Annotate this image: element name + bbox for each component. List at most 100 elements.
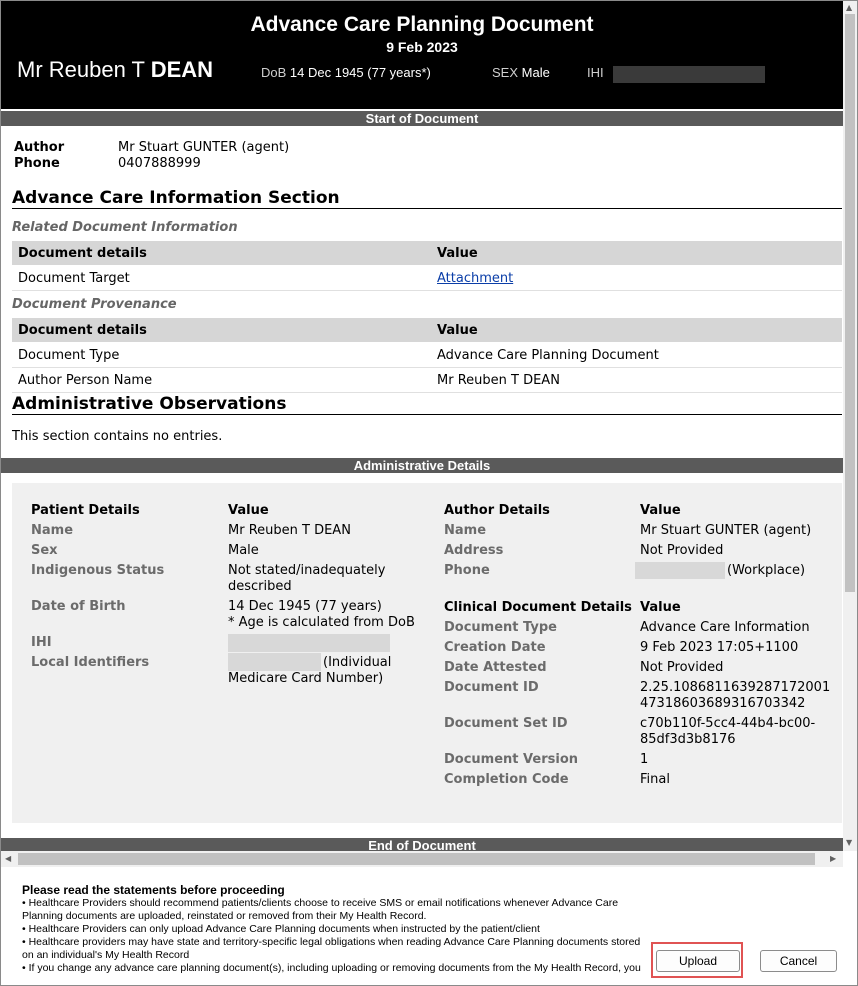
patient-surname: DEAN <box>150 57 214 82</box>
patient-sex: SEX Male <box>492 65 550 80</box>
document-set-id-value-2: 85df3d3b8176 <box>640 732 736 747</box>
document-type-label: Document Type <box>444 620 557 635</box>
author-label: Author <box>14 140 65 155</box>
clinical-value-heading: Value <box>640 600 681 615</box>
author-details-heading: Author Details <box>444 503 550 518</box>
row-detail: Document Type <box>18 348 120 363</box>
indigenous-status-value-2: described <box>228 579 292 594</box>
column-header-value: Value <box>437 246 478 261</box>
column-header-details: Document details <box>18 323 147 338</box>
phone-label: Phone <box>14 156 60 171</box>
document-version-value: 1 <box>640 752 649 767</box>
creation-date-value: 9 Feb 2023 17:05+1100 <box>640 640 799 655</box>
ihi-label: IHI <box>587 65 604 80</box>
indigenous-status-label: Indigenous Status <box>31 563 165 578</box>
author-name-value: Mr Stuart GUNTER (agent) <box>640 523 812 538</box>
document-id-value-1: 2.25.1086811639287172001 <box>640 680 831 695</box>
local-identifiers-value-2: Medicare Card Number) <box>228 671 384 686</box>
patient-details-heading: Patient Details <box>31 503 140 518</box>
author-phone-label: Phone <box>444 563 490 578</box>
document-date: 9 Feb 2023 <box>386 39 458 55</box>
document-id-label: Document ID <box>444 680 539 695</box>
column-header-details: Document details <box>18 246 147 261</box>
indigenous-status-value-1: Not stated/inadequately <box>228 563 386 578</box>
row-value: Advance Care Planning Document <box>437 348 659 363</box>
local-identifiers-label: Local Identifiers <box>31 655 150 670</box>
section-rule <box>12 208 842 209</box>
statement-line: • Healthcare Providers should recommend … <box>22 897 619 909</box>
statement-line: • Healthcare providers may have state an… <box>22 936 641 948</box>
statement-line: • If you change any advance care plannin… <box>22 962 641 974</box>
author-value: Mr Stuart GUNTER (agent) <box>118 140 290 155</box>
sex-value: Male <box>521 65 550 80</box>
statement-line: • Healthcare Providers can only upload A… <box>22 923 540 935</box>
patient-value-heading: Value <box>228 503 269 518</box>
row-detail: Document Target <box>18 271 130 286</box>
completion-code-label: Completion Code <box>444 772 569 787</box>
statement-line: on an individual's My Health Record <box>22 949 190 961</box>
start-of-document-bar: Start of Document <box>1 111 843 126</box>
author-name-label: Name <box>444 523 487 538</box>
vertical-scroll-thumb[interactable] <box>845 14 855 592</box>
completion-code-value: Final <box>640 772 670 787</box>
document-set-id-value-1: c70b110f-5cc4-44b4-bc00- <box>640 716 816 731</box>
attachment-link[interactable]: Attachment <box>437 271 513 286</box>
table-row: Document Target Attachment <box>12 266 842 291</box>
document-viewer[interactable]: Advance Care Planning Document 9 Feb 202… <box>1 1 843 851</box>
dob-value: 14 Dec 1945 (77 years*) <box>289 65 431 80</box>
related-document-heading: Related Document Information <box>12 220 238 235</box>
patient-name-prefix: Mr Reuben T <box>17 57 145 82</box>
document-title: Advance Care Planning Document <box>250 13 594 36</box>
redacted-phone <box>635 562 725 579</box>
document-version-label: Document Version <box>444 752 578 767</box>
cancel-button[interactable]: Cancel <box>760 950 837 972</box>
scroll-down-icon[interactable]: ▼ <box>846 838 852 848</box>
patient-ihi: IHI <box>587 65 604 80</box>
redacted-local-identifier <box>228 653 321 671</box>
scroll-left-icon[interactable]: ◀ <box>5 854 11 864</box>
date-attested-label: Date Attested <box>444 660 547 675</box>
author-address-label: Address <box>444 543 504 558</box>
scroll-right-icon[interactable]: ▶ <box>830 854 836 864</box>
document-type-value: Advance Care Information <box>640 620 810 635</box>
age-note: * Age is calculated from DoB <box>228 615 415 630</box>
local-identifiers-value-1: (Individual <box>323 655 392 670</box>
redacted-ihi <box>613 66 765 83</box>
clinical-details-heading: Clinical Document Details <box>444 600 632 615</box>
administrative-details-bar: Administrative Details <box>1 458 843 473</box>
dob-label: DoB <box>261 65 287 80</box>
no-entries-text: This section contains no entries. <box>12 429 223 444</box>
redacted-ihi-value <box>228 634 390 652</box>
date-attested-value: Not Provided <box>640 660 724 675</box>
statements-title: Please read the statements before procee… <box>22 883 285 897</box>
section-rule <box>12 414 842 415</box>
end-of-document-bar: End of Document <box>1 838 843 851</box>
patient-dob: DoB 14 Dec 1945 (77 years*) <box>261 65 431 80</box>
table-row: Author Person Name Mr Reuben T DEAN <box>12 368 842 393</box>
upload-button[interactable]: Upload <box>656 950 740 972</box>
column-header-value: Value <box>437 323 478 338</box>
document-header: Advance Care Planning Document 9 Feb 202… <box>1 1 843 109</box>
patient-name-value: Mr Reuben T DEAN <box>228 523 351 538</box>
date-of-birth-label: Date of Birth <box>31 599 126 614</box>
patient-sex-label: Sex <box>31 543 58 558</box>
row-detail: Author Person Name <box>18 373 153 388</box>
document-id-value-2: 47318603689316703342 <box>640 696 806 711</box>
administrative-observations-heading: Administrative Observations <box>12 394 287 414</box>
related-table-header: Document details Value <box>12 241 842 265</box>
sex-label: SEX <box>492 65 519 80</box>
advance-care-heading: Advance Care Information Section <box>12 188 340 208</box>
ihi-label: IHI <box>31 635 52 650</box>
phone-value: 0407888999 <box>118 156 201 171</box>
patient-name: Mr Reuben T DEAN <box>17 57 213 83</box>
author-value-heading: Value <box>640 503 681 518</box>
scroll-up-icon[interactable]: ▲ <box>846 3 852 13</box>
date-of-birth-value: 14 Dec 1945 (77 years) <box>228 599 382 614</box>
document-set-id-label: Document Set ID <box>444 716 568 731</box>
author-phone-value: (Workplace) <box>727 563 806 578</box>
provenance-table-header: Document details Value <box>12 318 842 342</box>
statement-line: Planning documents are uploaded, reinsta… <box>22 910 427 922</box>
horizontal-scroll-thumb[interactable] <box>18 853 815 865</box>
author-address-value: Not Provided <box>640 543 724 558</box>
patient-name-label: Name <box>31 523 74 538</box>
